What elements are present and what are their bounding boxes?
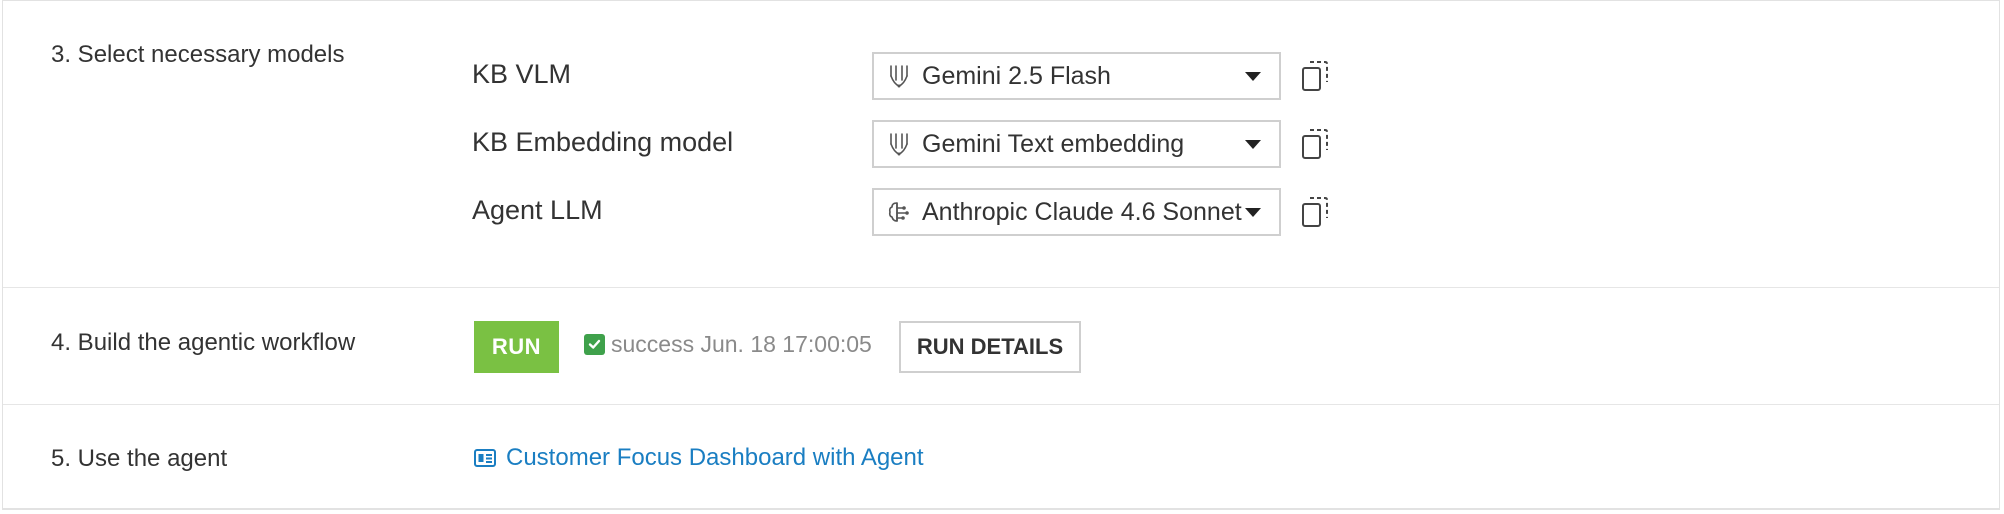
dashboard-link[interactable]: Customer Focus Dashboard with Agent xyxy=(474,444,924,472)
gemini-icon xyxy=(886,131,912,157)
run-button[interactable]: RUN xyxy=(474,321,559,373)
agent-llm-label: Agent LLM xyxy=(472,195,603,225)
copy-icon[interactable] xyxy=(1301,60,1329,92)
run-details-button[interactable]: RUN DETAILS xyxy=(899,321,1081,373)
step-4-label: 4. Build the agentic workflow xyxy=(51,329,356,356)
copy-icon[interactable] xyxy=(1301,128,1329,160)
anthropic-brain-icon xyxy=(886,199,912,225)
chevron-down-icon xyxy=(1245,139,1261,149)
copy-icon[interactable] xyxy=(1301,196,1329,228)
step-3-label: 3. Select necessary models xyxy=(51,41,345,68)
chevron-down-icon xyxy=(1245,71,1261,81)
dashboard-link-text: Customer Focus Dashboard with Agent xyxy=(506,444,924,471)
gemini-icon xyxy=(886,63,912,89)
step-5-label: 5. Use the agent xyxy=(51,445,228,472)
agent-llm-select[interactable]: Anthropic Claude 4.6 Sonnet xyxy=(872,188,1281,236)
kb-embedding-value: Gemini Text embedding xyxy=(922,129,1185,158)
section-divider xyxy=(3,287,1999,288)
setup-panel: 3. Select necessary models KB VLM Gemini… xyxy=(2,0,2000,510)
status-text: success Jun. 18 17:00:05 xyxy=(611,331,872,357)
check-icon xyxy=(584,334,605,355)
kb-vlm-label: KB VLM xyxy=(472,59,572,89)
kb-embedding-label: KB Embedding model xyxy=(472,127,734,157)
run-status: success Jun. 18 17:00:05 xyxy=(584,331,872,358)
chevron-down-icon xyxy=(1245,207,1261,217)
kb-embedding-select[interactable]: Gemini Text embedding xyxy=(872,120,1281,168)
kb-vlm-value: Gemini 2.5 Flash xyxy=(922,61,1111,90)
dashboard-icon xyxy=(474,449,496,467)
section-divider xyxy=(3,404,1999,405)
kb-vlm-select[interactable]: Gemini 2.5 Flash xyxy=(872,52,1281,100)
agent-llm-value: Anthropic Claude 4.6 Sonnet xyxy=(922,197,1242,226)
